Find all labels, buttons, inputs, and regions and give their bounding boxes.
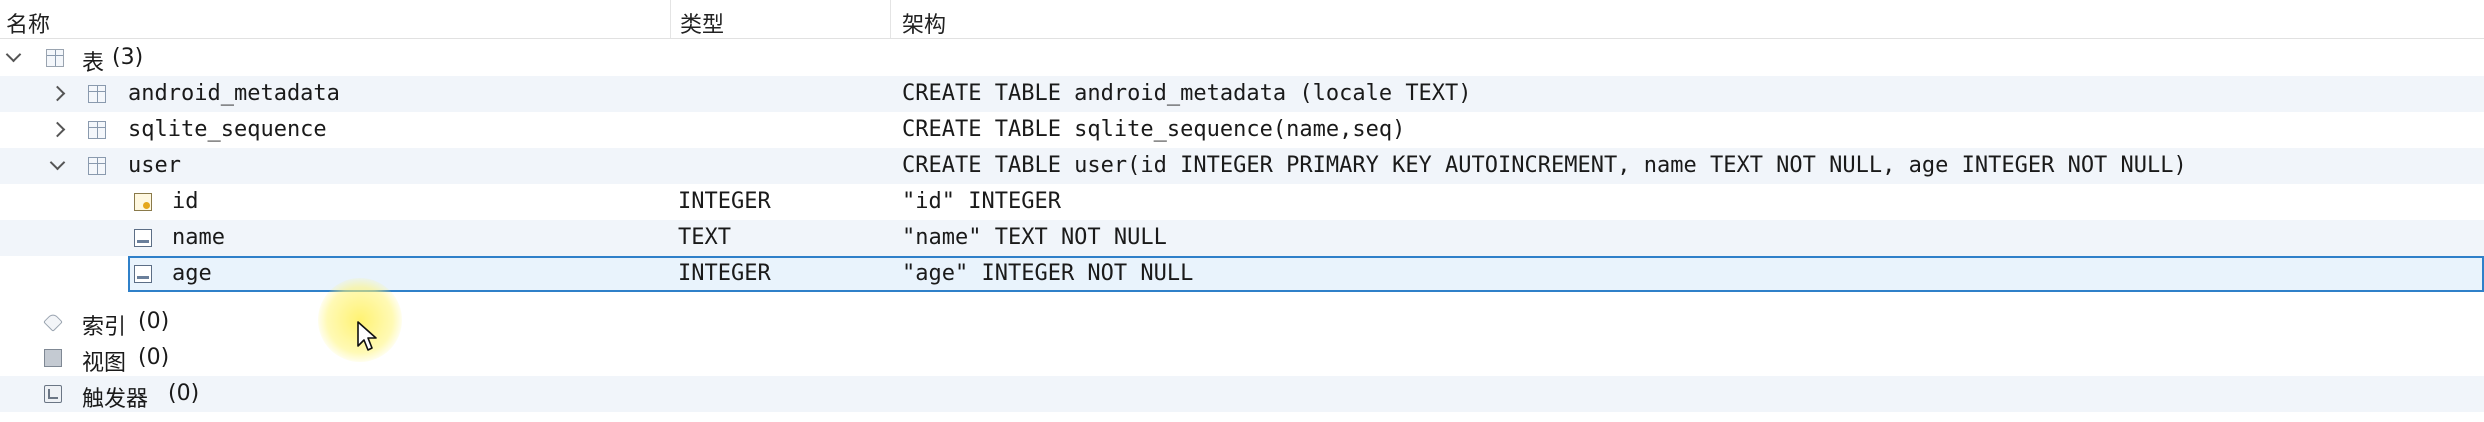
table-schema: CREATE TABLE android_metadata (locale TE…	[902, 81, 1472, 106]
field-type: INTEGER	[678, 189, 771, 214]
column-header-name[interactable]: 名称	[6, 7, 50, 39]
table-group-icon	[46, 49, 64, 67]
column-header-schema[interactable]: 架构	[902, 7, 946, 39]
index-icon	[44, 313, 62, 331]
tree-node-field[interactable]: id INTEGER "id" INTEGER	[0, 184, 2484, 220]
tree-node-field-selected[interactable]: age INTEGER "age" INTEGER NOT NULL	[128, 256, 2484, 292]
field-type: INTEGER	[678, 261, 771, 286]
triggers-group-label: 触发器	[82, 387, 149, 412]
chevron-right-icon[interactable]	[49, 85, 66, 102]
table-name: user	[128, 153, 181, 178]
views-group-count: (0)	[138, 345, 170, 370]
field-schema: "id" INTEGER	[902, 189, 1061, 214]
field-schema: "age" INTEGER NOT NULL	[902, 261, 1194, 286]
field-type: TEXT	[678, 225, 731, 250]
view-icon	[44, 349, 62, 367]
column-header-type[interactable]: 类型	[680, 7, 724, 39]
tree-node-tables[interactable]: 表 (3)	[0, 40, 2484, 76]
tables-group-label: 表	[82, 51, 105, 76]
field-schema: "name" TEXT NOT NULL	[902, 225, 1167, 250]
table-name: android_metadata	[128, 81, 340, 106]
tree-node-field[interactable]: name TEXT "name" TEXT NOT NULL	[0, 220, 2484, 256]
triggers-group-count: (0)	[168, 381, 200, 406]
tree-node-triggers[interactable]: 触发器 (0)	[0, 376, 2484, 412]
chevron-down-icon[interactable]	[5, 46, 22, 63]
column-divider[interactable]	[890, 0, 891, 38]
column-header: 名称 类型 架构	[0, 0, 2484, 39]
chevron-down-icon[interactable]	[49, 154, 66, 171]
field-name: age	[172, 261, 212, 286]
tree-node-table[interactable]: android_metadata CREATE TABLE android_me…	[0, 76, 2484, 112]
field-name: id	[172, 189, 199, 214]
views-group-label: 视图	[82, 351, 127, 376]
indexes-group-count: (0)	[138, 309, 170, 334]
tree-node-table[interactable]: user CREATE TABLE user(id INTEGER PRIMAR…	[0, 148, 2484, 184]
mouse-pointer-icon	[357, 321, 377, 351]
table-icon	[88, 85, 106, 103]
trigger-icon	[44, 385, 62, 403]
column-divider[interactable]	[670, 0, 671, 38]
table-schema: CREATE TABLE sqlite_sequence(name,seq)	[902, 117, 1406, 142]
table-name: sqlite_sequence	[128, 117, 327, 142]
table-icon	[88, 157, 106, 175]
table-icon	[88, 121, 106, 139]
tree-node-table[interactable]: sqlite_sequence CREATE TABLE sqlite_sequ…	[0, 112, 2484, 148]
primary-key-field-icon	[134, 193, 152, 211]
tables-group-count: (3)	[112, 45, 144, 70]
field-icon	[134, 229, 152, 247]
table-schema: CREATE TABLE user(id INTEGER PRIMARY KEY…	[902, 153, 2187, 178]
field-name: name	[172, 225, 225, 250]
indexes-group-label: 索引	[82, 315, 127, 340]
chevron-right-icon[interactable]	[49, 121, 66, 138]
field-icon	[134, 265, 152, 283]
